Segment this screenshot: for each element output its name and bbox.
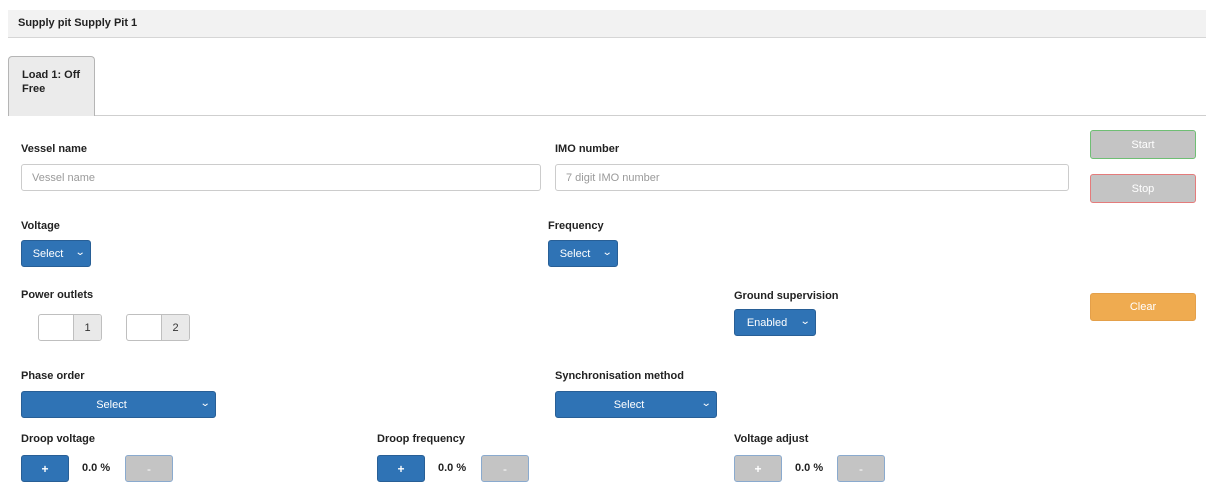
page-title: Supply pit Supply Pit 1 <box>18 17 138 29</box>
voltage-adjust-decrease-button[interactable]: - <box>837 455 885 482</box>
droop-frequency-increase-button[interactable]: + <box>377 455 425 482</box>
droop-voltage-decrease-button[interactable]: - <box>125 455 173 482</box>
tab-load-status: Load 1: Off <box>22 69 81 81</box>
outlet-checkbox <box>127 315 161 340</box>
chevron-down-icon: ⌄ <box>700 398 712 409</box>
phase-order-label: Phase order <box>21 370 85 382</box>
clear-button[interactable]: Clear <box>1090 293 1196 321</box>
chevron-down-icon: ⌄ <box>601 247 613 258</box>
droop-voltage-increase-button[interactable]: + <box>21 455 69 482</box>
voltage-select-value: Select <box>32 247 64 260</box>
phase-order-select[interactable]: Select ⌄ <box>21 391 216 418</box>
outlet-number: 1 <box>73 315 101 340</box>
vessel-name-input[interactable] <box>21 164 541 191</box>
frequency-select[interactable]: Select ⌄ <box>548 240 618 267</box>
sync-method-label: Synchronisation method <box>555 370 684 382</box>
droop-frequency-decrease-button[interactable]: - <box>481 455 529 482</box>
sync-method-select-value: Select <box>613 398 645 411</box>
droop-voltage-value: 0.0 % <box>82 462 111 474</box>
chevron-down-icon: ⌄ <box>74 247 86 258</box>
frequency-label: Frequency <box>548 220 604 232</box>
power-outlets-label: Power outlets <box>21 289 94 301</box>
ground-supervision-label: Ground supervision <box>734 290 839 302</box>
chevron-down-icon: ⌄ <box>799 316 811 327</box>
droop-frequency-label: Droop frequency <box>377 433 466 445</box>
droop-voltage-label: Droop voltage <box>21 433 95 445</box>
page-header: Supply pit Supply Pit 1 <box>8 10 1206 38</box>
voltage-select[interactable]: Select ⌄ <box>21 240 91 267</box>
droop-frequency-value: 0.0 % <box>438 462 467 474</box>
vessel-name-label: Vessel name <box>21 143 88 155</box>
outlet-number: 2 <box>161 315 189 340</box>
chevron-down-icon: ⌄ <box>199 398 211 409</box>
power-outlet-1-toggle[interactable]: 1 <box>38 314 102 341</box>
frequency-select-value: Select <box>559 247 591 260</box>
sync-method-select[interactable]: Select ⌄ <box>555 391 717 418</box>
stop-button[interactable]: Stop <box>1090 174 1196 203</box>
imo-number-input[interactable] <box>555 164 1069 191</box>
tab-load-state: Free <box>22 83 46 95</box>
start-button[interactable]: Start <box>1090 130 1196 159</box>
voltage-label: Voltage <box>21 220 60 232</box>
outlet-checkbox <box>39 315 73 340</box>
tab-bar-divider <box>8 115 1206 116</box>
power-outlet-2-toggle[interactable]: 2 <box>126 314 190 341</box>
tab-load-1[interactable]: Load 1: Off Free <box>8 56 95 116</box>
voltage-adjust-label: Voltage adjust <box>734 433 809 445</box>
voltage-adjust-value: 0.0 % <box>795 462 824 474</box>
phase-order-select-value: Select <box>96 398 127 411</box>
ground-supervision-select[interactable]: Enabled ⌄ <box>734 309 816 336</box>
imo-number-label: IMO number <box>555 143 620 155</box>
voltage-adjust-increase-button[interactable]: + <box>734 455 782 482</box>
ground-supervision-select-value: Enabled <box>746 316 788 329</box>
